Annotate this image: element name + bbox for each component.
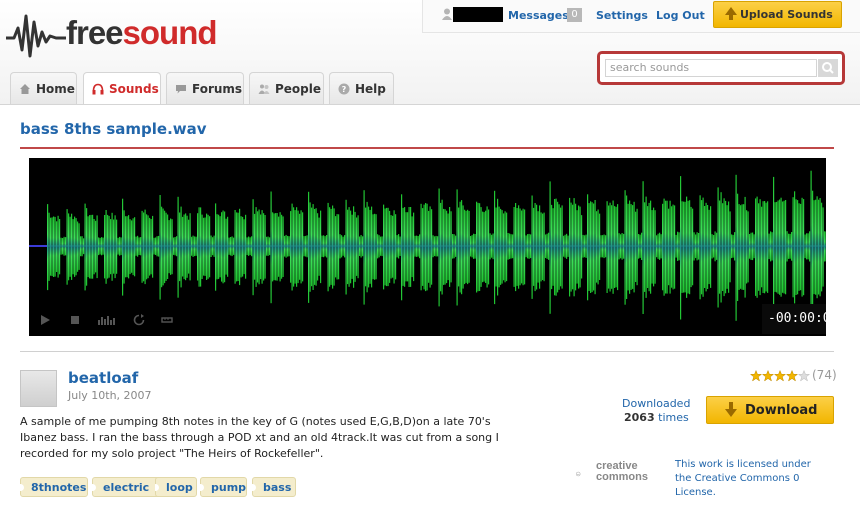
search-input[interactable]: search sounds [605, 59, 817, 77]
sound-description: A sample of me pumping 8th notes in the … [20, 415, 499, 460]
search-button[interactable] [818, 59, 838, 77]
stop-icon[interactable] [69, 314, 81, 326]
user-icon [442, 8, 452, 20]
tab-people[interactable]: People [249, 72, 324, 104]
loop-icon[interactable] [133, 314, 145, 326]
download-button[interactable]: Download [706, 396, 834, 424]
rating-stars[interactable] [750, 370, 810, 382]
tag-pump[interactable]: pump [200, 477, 247, 497]
waveform-display[interactable] [29, 158, 826, 336]
tab-help[interactable]: ? Help [329, 72, 394, 104]
time-readout: -00:00:000 [762, 304, 826, 334]
help-icon: ? [338, 83, 350, 95]
speech-bubble-icon [176, 85, 186, 94]
play-icon[interactable] [39, 314, 51, 326]
tag-8thnotes[interactable]: 8thnotes [20, 477, 88, 497]
headphones-icon [92, 83, 104, 95]
rating-count: (74) [812, 368, 837, 382]
settings-link[interactable]: Settings [596, 9, 648, 22]
tab-sounds[interactable]: Sounds [83, 72, 161, 105]
license-text[interactable]: This work is licensed under the Creative… [675, 458, 835, 500]
search-icon [822, 62, 834, 74]
title-divider [20, 147, 834, 149]
tag-bass[interactable]: bass [252, 477, 296, 497]
creative-commons-wordmark: creative commons [596, 460, 648, 483]
tab-home[interactable]: Home [10, 72, 77, 104]
author-link[interactable]: beatloaf [68, 369, 138, 387]
creative-commons-logo[interactable]: cc [576, 461, 596, 487]
messages-link[interactable]: Messages [508, 9, 569, 22]
upload-arrow-icon [725, 7, 737, 15]
svg-text:?: ? [342, 85, 347, 94]
avatar[interactable] [20, 370, 57, 407]
search-box: search sounds [597, 51, 845, 85]
download-count[interactable]: 2063 times [624, 411, 689, 424]
people-icon [258, 84, 270, 94]
messages-count-badge: 0 [567, 8, 582, 22]
tab-forums[interactable]: Forums [166, 72, 244, 104]
logout-link[interactable]: Log Out [656, 9, 705, 22]
upload-sounds-button[interactable]: Upload Sounds [713, 1, 842, 28]
username-redacted[interactable] [453, 7, 503, 22]
upload-date: July 10th, 2007 [68, 389, 152, 402]
measure-icon[interactable] [161, 314, 173, 326]
logo-text[interactable]: freesound [66, 14, 218, 52]
downloaded-label: Downloaded [622, 397, 691, 410]
home-icon [20, 84, 30, 94]
tag-loop[interactable]: loop [155, 477, 197, 497]
sound-title: bass 8ths sample.wav [20, 120, 207, 138]
download-arrow-icon [725, 409, 737, 417]
waveform-player[interactable]: -00:00:000 [29, 158, 826, 336]
spectrogram-toggle-icon[interactable] [97, 314, 117, 326]
header: freesound Messages 0 Settings Log Out Up… [0, 0, 860, 105]
